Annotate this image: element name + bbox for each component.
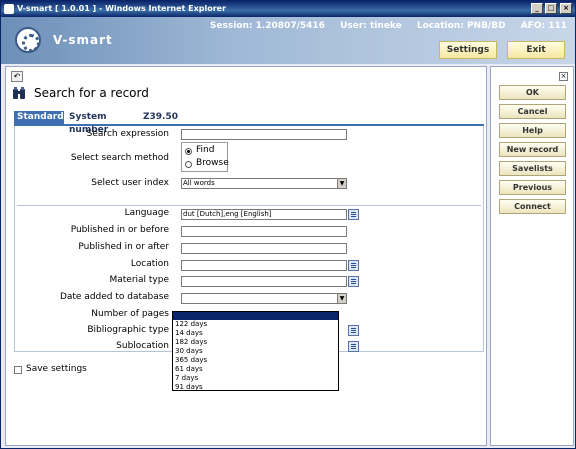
dropdown-option[interactable]: 122 days [173, 320, 338, 329]
find-radio-label: Find [196, 145, 215, 155]
material-type-label: Material type [109, 275, 169, 285]
savelists-button[interactable]: Savelists [499, 161, 566, 176]
published-after-label: Published in or after [78, 242, 169, 252]
search-expression-input[interactable] [181, 129, 347, 140]
session-info: Session: 1.20807/5416 User: tineke Locat… [198, 21, 567, 31]
new-record-button[interactable]: New record [499, 142, 566, 157]
browse-radio-label: Browse [196, 158, 229, 168]
browse-radio[interactable] [185, 161, 192, 168]
location-input[interactable] [181, 260, 347, 271]
user-index-value: All words [183, 179, 215, 187]
chevron-down-icon[interactable]: ▼ [337, 179, 346, 188]
num-pages-label: Number of pages [91, 309, 169, 319]
search-method-group: Find Browse [181, 142, 229, 172]
binoculars-icon [13, 87, 25, 99]
ok-button[interactable]: OK [499, 85, 566, 100]
dropdown-option[interactable]: 7 days [173, 374, 338, 383]
dropdown-option[interactable]: 365 days [173, 356, 338, 365]
afo-number: AFO: 111 [520, 21, 567, 31]
location-list-icon[interactable] [348, 260, 359, 271]
user-index-label: Select user index [91, 178, 169, 188]
search-method-label: Select search method [70, 153, 169, 163]
maximize-button[interactable]: □ [545, 3, 557, 14]
app-logo-text: V-smart [53, 33, 113, 47]
action-panel: × OK Cancel Help New record Savelists Pr… [490, 66, 574, 446]
page-title: Search for a record [34, 86, 149, 100]
ie-app-icon [4, 4, 14, 14]
save-settings-checkbox[interactable] [14, 366, 22, 374]
dropdown-option[interactable]: 61 days [173, 365, 338, 374]
vsmart-logo-icon [15, 27, 41, 53]
close-icon[interactable]: × [559, 72, 568, 81]
find-radio[interactable] [185, 148, 192, 155]
save-settings-label: Save settings [26, 364, 87, 374]
dropdown-option[interactable]: 91 days [173, 383, 338, 392]
date-added-dropdown: 122 days 14 days 182 days 30 days 365 da… [172, 311, 339, 391]
dropdown-highlight-empty[interactable] [173, 312, 338, 320]
sublocation-label: Sublocation [116, 341, 169, 351]
previous-button[interactable]: Previous [499, 180, 566, 195]
exit-button[interactable]: Exit [507, 41, 565, 59]
minimize-button[interactable]: _ [531, 3, 543, 14]
app-header: V-smart Session: 1.20807/5416 User: tine… [1, 17, 575, 64]
material-type-list-icon[interactable] [348, 276, 359, 287]
sublocation-list-icon[interactable] [348, 341, 359, 352]
language-input[interactable]: dut [Dutch],eng [English] [181, 209, 347, 220]
location-label: Location [130, 259, 169, 269]
bibliographic-type-label: Bibliographic type [87, 325, 169, 335]
dropdown-option[interactable]: 14 days [173, 329, 338, 338]
material-type-input[interactable] [181, 276, 347, 287]
bibliographic-type-list-icon[interactable] [348, 325, 359, 336]
user-index-select[interactable]: All words ▼ [181, 178, 347, 189]
tab-standard[interactable]: Standard [14, 111, 64, 124]
browser-window: V-smart [ 1.0.01 ] - Windows Internet Ex… [0, 0, 576, 449]
dropdown-option[interactable]: 30 days [173, 347, 338, 356]
section-divider [17, 205, 481, 206]
tab-z3950[interactable]: Z39.50 [140, 111, 178, 124]
published-before-label: Published in or before [70, 225, 169, 235]
user-name: User: tineke [340, 21, 402, 31]
main-panel: ↶ Search for a record Standard System nu… [5, 66, 487, 446]
cancel-button[interactable]: Cancel [499, 104, 566, 119]
settings-button[interactable]: Settings [439, 41, 497, 59]
location-info: Location: PNB/BD [416, 21, 506, 31]
connect-button[interactable]: Connect [499, 199, 566, 214]
back-arrow-icon[interactable]: ↶ [11, 71, 23, 82]
session-id: Session: 1.20807/5416 [209, 21, 325, 31]
published-before-input[interactable] [181, 226, 347, 237]
window-title: V-smart [ 1.0.01 ] - Windows Internet Ex… [17, 4, 227, 13]
tab-system-number[interactable]: System number [66, 111, 138, 135]
search-expression-label: Search expression [86, 129, 169, 139]
date-added-label: Date added to database [59, 292, 169, 302]
title-bar: V-smart [ 1.0.01 ] - Windows Internet Ex… [1, 1, 575, 17]
published-after-input[interactable] [181, 243, 347, 254]
dropdown-option[interactable]: 182 days [173, 338, 338, 347]
language-label: Language [124, 208, 169, 218]
help-button[interactable]: Help [499, 123, 566, 138]
date-added-select[interactable]: ▼ [181, 293, 347, 304]
chevron-down-icon[interactable]: ▼ [337, 294, 346, 303]
close-window-button[interactable]: × [560, 3, 572, 14]
language-list-icon[interactable] [348, 209, 359, 220]
